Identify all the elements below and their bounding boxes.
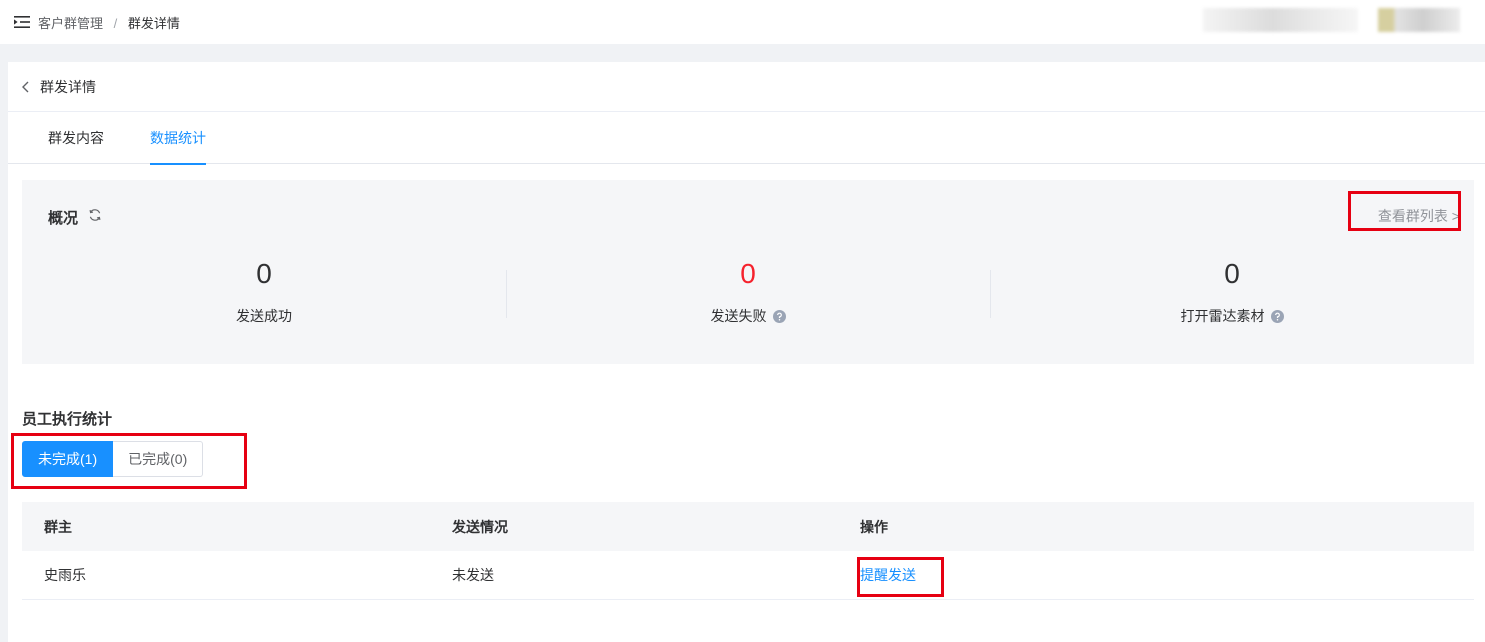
- stat-label: 发送失败: [710, 308, 767, 324]
- stat-label: 发送成功: [236, 308, 292, 324]
- overview-panel: 概况 查看群列表 > 0 发送成功 0 发送失败 0 打开雷达素材: [22, 180, 1474, 364]
- column-header-owner: 群主: [44, 518, 72, 535]
- column-header-status: 发送情况: [452, 518, 508, 535]
- blurred-user-info: [1203, 8, 1358, 32]
- tab-bar: 群发内容 数据统计: [8, 112, 1485, 165]
- stat-value: 0: [256, 258, 272, 289]
- cell-status: 未发送: [452, 567, 494, 583]
- stat-radar-opened: 0 打开雷达素材: [990, 258, 1474, 326]
- page-header: 群发详情: [8, 62, 1485, 112]
- view-group-list-link[interactable]: 查看群列表 >: [1378, 206, 1460, 226]
- page-title: 群发详情: [40, 78, 96, 95]
- stat-value: 0: [740, 258, 756, 289]
- table-header: 群主 发送情况 操作: [22, 502, 1474, 551]
- main-card: 群发详情 群发内容 数据统计 概况 查看群列表 > 0 发送成功 0 发送失败: [8, 62, 1485, 642]
- stat-send-failed: 0 发送失败: [506, 258, 990, 326]
- column-header-action: 操作: [860, 518, 888, 535]
- stat-value: 0: [1224, 258, 1240, 289]
- blurred-avatar[interactable]: [1378, 8, 1460, 32]
- back-arrow-icon[interactable]: [20, 81, 32, 93]
- stat-label: 打开雷达素材: [1180, 308, 1265, 324]
- overview-title: 概况: [48, 210, 79, 227]
- breadcrumb: 客户群管理 / 群发详情: [38, 13, 180, 32]
- question-circle-icon[interactable]: [1270, 309, 1284, 323]
- status-segmented-control: 未完成(1) 已完成(0): [22, 441, 204, 477]
- segment-completed[interactable]: 已完成(0): [113, 441, 204, 477]
- segment-incomplete[interactable]: 未完成(1): [22, 441, 114, 477]
- stat-send-success: 0 发送成功: [22, 258, 506, 326]
- top-header: 客户群管理 / 群发详情: [0, 0, 1485, 44]
- tab-statistics[interactable]: 数据统计: [150, 112, 206, 165]
- breadcrumb-separator: /: [113, 15, 118, 31]
- remind-send-link[interactable]: 提醒发送: [860, 567, 916, 583]
- employee-table: 群主 发送情况 操作 史雨乐 未发送 提醒发送: [22, 502, 1474, 600]
- employee-stats-title: 员工执行统计: [22, 411, 113, 428]
- breadcrumb-parent[interactable]: 客户群管理: [38, 16, 103, 31]
- menu-fold-icon[interactable]: [14, 15, 30, 29]
- tab-content[interactable]: 群发内容: [48, 112, 104, 164]
- cell-owner: 史雨乐: [44, 567, 86, 583]
- breadcrumb-current: 群发详情: [127, 15, 180, 31]
- table-row: 史雨乐 未发送 提醒发送: [22, 551, 1474, 600]
- refresh-icon[interactable]: [88, 208, 102, 222]
- question-circle-icon[interactable]: [772, 309, 786, 323]
